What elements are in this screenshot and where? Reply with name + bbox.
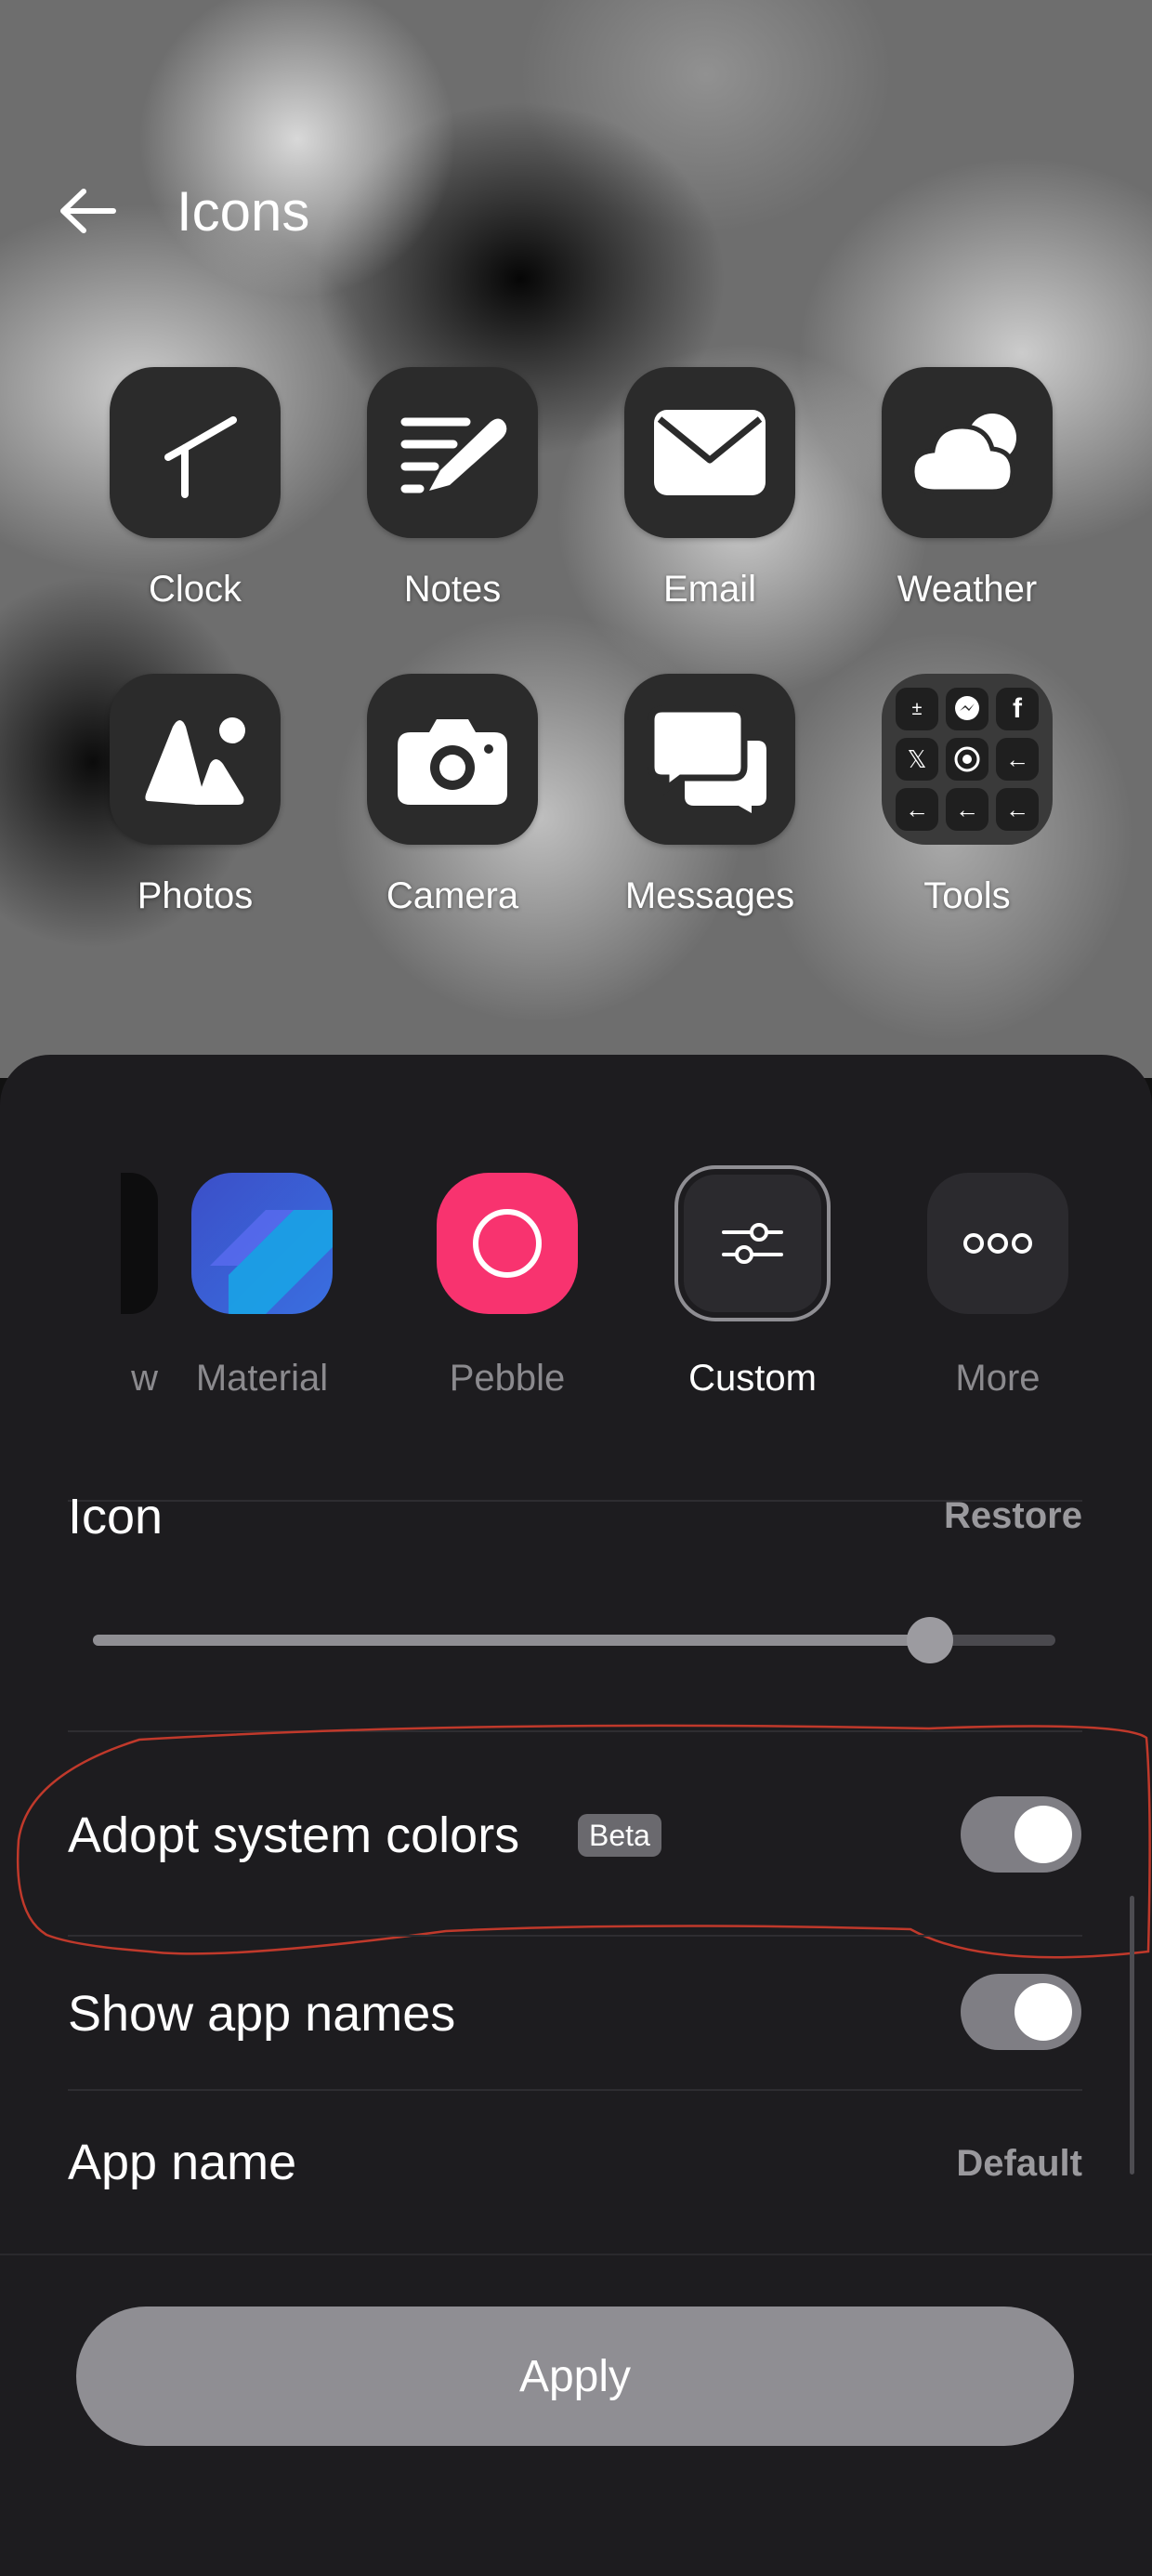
x-icon: 𝕏 — [896, 738, 938, 781]
style-option-pebble[interactable]: Pebble — [405, 1173, 609, 1400]
style-option-more[interactable]: More — [896, 1173, 1100, 1400]
material-style-icon — [191, 1173, 333, 1314]
app-label: Weather — [897, 569, 1038, 610]
app-weather: Weather — [856, 367, 1079, 611]
photos-icon — [145, 717, 245, 805]
style-label: More — [955, 1358, 1041, 1399]
icon-preview-wallpaper: Icons Clock Notes Email Weather Photos C… — [0, 0, 1152, 1078]
style-label: Pebble — [449, 1358, 566, 1399]
arrow-left-icon: ← — [896, 788, 938, 831]
icon-section-label: Icon — [68, 1489, 164, 1544]
messenger-icon — [946, 688, 988, 730]
messages-icon — [648, 705, 766, 813]
more-dots-icon — [963, 1233, 1032, 1254]
pebble-style-icon — [437, 1173, 578, 1314]
app-label: Tools — [923, 875, 1011, 916]
app-email: Email — [598, 367, 821, 611]
sliders-icon — [722, 1223, 783, 1264]
app-photos: Photos — [84, 674, 307, 917]
weather-icon — [910, 414, 1016, 494]
tools-folder-icon: ± f 𝕏 ← ← ← ← — [882, 674, 1053, 845]
slider-fill — [93, 1635, 931, 1646]
app-name-setting[interactable]: App name — [68, 2134, 296, 2191]
app-clock: Clock — [84, 367, 307, 611]
footer-divider — [0, 2254, 1152, 2255]
app-label: Messages — [624, 875, 795, 916]
style-label: w — [131, 1358, 158, 1399]
app-label: Camera — [386, 875, 519, 916]
whatsapp-icon — [946, 738, 988, 781]
camera-icon — [398, 719, 507, 805]
app-label: Email — [662, 569, 757, 610]
more-style-icon — [927, 1173, 1068, 1314]
style-label: Custom — [688, 1358, 817, 1399]
divider — [68, 1500, 1082, 1502]
back-button[interactable] — [48, 172, 126, 250]
custom-style-icon — [674, 1165, 831, 1321]
app-label: Clock — [148, 569, 242, 610]
show-app-names-label: Show app names — [68, 1986, 456, 2042]
notes-icon — [400, 417, 507, 493]
app-tools-folder: ± f 𝕏 ← ← ← ← Tools — [856, 674, 1079, 917]
restore-button[interactable]: Restore — [944, 1494, 1082, 1537]
arrow-left-icon: ← — [996, 738, 1039, 781]
app-label: Notes — [403, 569, 502, 610]
app-camera: Camera — [341, 674, 564, 917]
toggle-knob — [1015, 1983, 1072, 2041]
app-label: Photos — [137, 875, 254, 916]
clock-icon — [164, 416, 237, 498]
back-arrow-icon — [60, 189, 116, 233]
arrow-left-icon: ← — [946, 788, 988, 831]
scrollbar[interactable] — [1130, 1896, 1134, 2175]
apply-button[interactable]: Apply — [76, 2307, 1074, 2446]
style-partial-icon — [121, 1173, 158, 1314]
show-app-names-toggle[interactable] — [961, 1974, 1081, 2050]
divider — [68, 1935, 1082, 1937]
red-annotation-loop — [16, 1724, 1151, 1959]
email-icon — [654, 410, 766, 495]
app-name-value: Default — [956, 2143, 1082, 2184]
slider-thumb[interactable] — [907, 1617, 954, 1663]
icon-style-selector[interactable]: w Material Pebble Custom More — [0, 1152, 1152, 1431]
style-option-material[interactable]: Material — [160, 1173, 364, 1400]
app-notes: Notes — [341, 367, 564, 611]
icon-size-slider[interactable] — [93, 1617, 1055, 1663]
app-messages: Messages — [598, 674, 821, 917]
facebook-icon: f — [996, 688, 1039, 730]
style-option-partial[interactable]: w — [0, 1173, 158, 1400]
style-option-custom[interactable]: Custom — [650, 1165, 855, 1400]
style-label: Material — [195, 1358, 329, 1399]
calculator-icon: ± — [896, 688, 938, 730]
page-title: Icons — [177, 180, 310, 243]
arrow-left-icon: ← — [996, 788, 1039, 831]
divider — [68, 2089, 1082, 2091]
